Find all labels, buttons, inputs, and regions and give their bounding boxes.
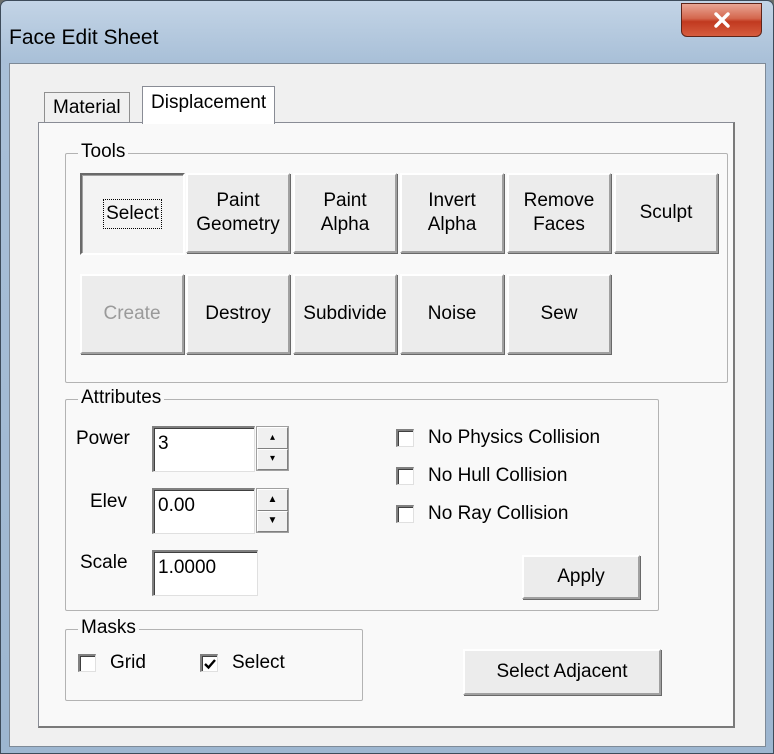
tools-group-label: Tools xyxy=(78,141,129,163)
tools-group: Tools Select Paint Geometry Paint Alpha … xyxy=(65,141,728,383)
scale-label: Scale xyxy=(80,552,128,573)
close-button[interactable] xyxy=(681,3,762,37)
elev-up-arrow-icon[interactable]: ▲ xyxy=(257,489,288,511)
no-ray-collision-box[interactable] xyxy=(396,505,414,523)
no-hull-collision-label: No Hull Collision xyxy=(428,465,568,486)
title-bar[interactable]: Face Edit Sheet xyxy=(1,1,773,61)
no-ray-collision-checkbox[interactable]: No Ray Collision xyxy=(396,503,568,525)
select-mask-checkbox[interactable]: Select xyxy=(200,652,285,674)
no-physics-collision-label: No Physics Collision xyxy=(428,427,601,448)
grid-mask-label: Grid xyxy=(110,652,146,673)
power-input[interactable]: 3 xyxy=(152,426,255,472)
tab-displacement[interactable]: Displacement xyxy=(142,86,276,124)
elev-input[interactable]: 0.00 xyxy=(152,488,255,534)
invert-alpha-button[interactable]: Invert Alpha xyxy=(400,173,504,253)
masks-group: Masks Grid Select xyxy=(65,617,363,701)
sculpt-button[interactable]: Sculpt xyxy=(614,173,718,253)
face-edit-sheet-window: Face Edit Sheet Material Displacement To… xyxy=(0,0,774,754)
close-icon xyxy=(713,12,730,28)
power-spinner[interactable]: ▴ ▾ xyxy=(256,426,289,471)
no-physics-collision-checkbox[interactable]: No Physics Collision xyxy=(396,427,600,449)
power-up-arrow-icon[interactable]: ▴ xyxy=(257,427,288,449)
checkmark-icon xyxy=(204,659,216,670)
displacement-panel: Tools Select Paint Geometry Paint Alpha … xyxy=(38,122,735,728)
destroy-button[interactable]: Destroy xyxy=(186,274,290,354)
window-title: Face Edit Sheet xyxy=(9,26,159,49)
paint-geometry-button[interactable]: Paint Geometry xyxy=(186,173,290,253)
attributes-group: Attributes Power 3 ▴ ▾ Elev 0.00 ▲ ▼ Sca… xyxy=(65,387,659,611)
attributes-group-label: Attributes xyxy=(78,387,165,409)
paint-alpha-button[interactable]: Paint Alpha xyxy=(293,173,397,253)
create-button: Create xyxy=(80,274,184,354)
power-label: Power xyxy=(76,428,130,449)
remove-faces-button[interactable]: Remove Faces xyxy=(507,173,611,253)
power-down-arrow-icon[interactable]: ▾ xyxy=(257,448,288,470)
subdivide-button[interactable]: Subdivide xyxy=(293,274,397,354)
grid-mask-box[interactable] xyxy=(78,654,96,672)
select-mask-label: Select xyxy=(232,652,285,673)
tab-material[interactable]: Material xyxy=(44,92,130,122)
select-adjacent-button[interactable]: Select Adjacent xyxy=(463,649,661,695)
elev-spinner[interactable]: ▲ ▼ xyxy=(256,488,289,533)
grid-mask-checkbox[interactable]: Grid xyxy=(78,652,146,674)
elev-down-arrow-icon[interactable]: ▼ xyxy=(257,510,288,532)
no-ray-collision-label: No Ray Collision xyxy=(428,503,569,524)
no-physics-collision-box[interactable] xyxy=(396,429,414,447)
select-tool-button[interactable]: Select xyxy=(80,173,185,255)
no-hull-collision-box[interactable] xyxy=(396,467,414,485)
masks-group-label: Masks xyxy=(78,617,139,639)
dialog-client-area: Material Displacement Tools Select Paint… xyxy=(9,63,766,747)
sew-button[interactable]: Sew xyxy=(507,274,611,354)
elev-label: Elev xyxy=(90,491,127,512)
noise-button[interactable]: Noise xyxy=(400,274,504,354)
scale-input[interactable]: 1.0000 xyxy=(152,550,258,596)
select-mask-box[interactable] xyxy=(200,654,218,672)
no-hull-collision-checkbox[interactable]: No Hull Collision xyxy=(396,465,567,487)
apply-button[interactable]: Apply xyxy=(522,555,640,599)
